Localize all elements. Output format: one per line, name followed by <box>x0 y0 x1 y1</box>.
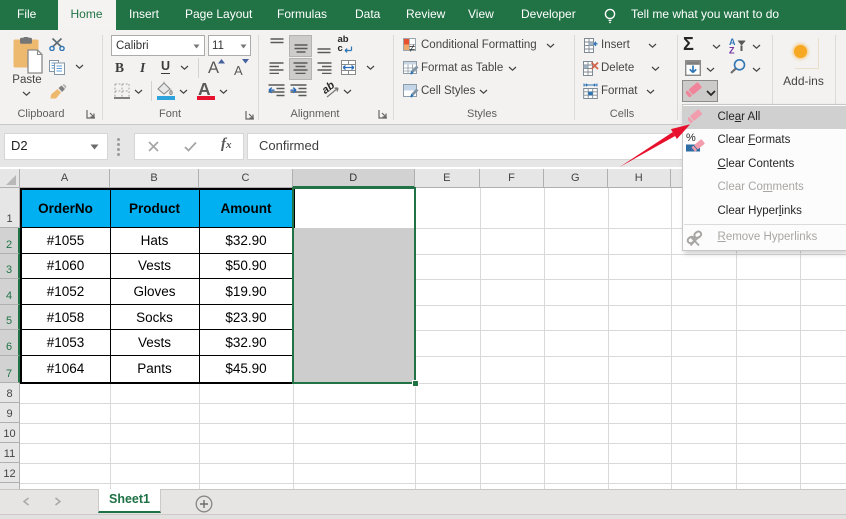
svg-text:≠: ≠ <box>409 43 415 54</box>
svg-text:Z: Z <box>729 46 735 55</box>
